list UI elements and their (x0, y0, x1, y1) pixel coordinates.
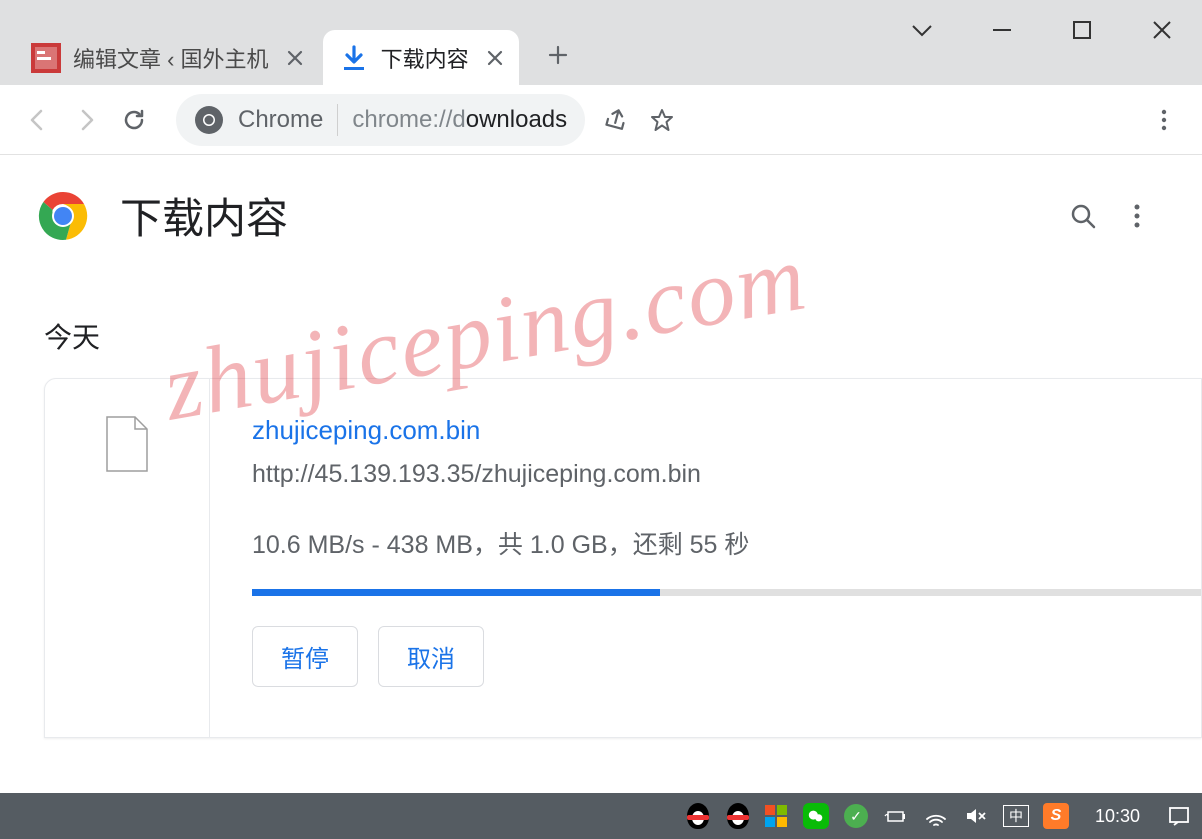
chrome-logo-icon (38, 191, 88, 241)
back-button[interactable] (14, 96, 62, 144)
status-ok-icon[interactable]: ✓ (843, 803, 869, 829)
cancel-button[interactable]: 取消 (378, 626, 484, 687)
tab-active[interactable]: 下载内容 (323, 30, 519, 85)
downloads-page: zhujiceping.com 下载内容 今天 (0, 155, 1202, 793)
bookmark-icon[interactable] (639, 96, 685, 144)
ime-indicator[interactable]: 中 (1003, 803, 1029, 829)
qq-icon[interactable] (683, 803, 709, 829)
file-icon (103, 415, 151, 473)
download-status: 10.6 MB/s - 438 MB，共 1.0 GB，还剩 55 秒 (252, 525, 1201, 561)
page-title: 下载内容 (120, 185, 1056, 246)
tab-title: 编辑文章 ‹ 国外主机 (73, 42, 269, 74)
tab-favicon-wordpress (31, 43, 61, 73)
notifications-icon[interactable] (1166, 803, 1192, 829)
new-tab-button[interactable] (533, 30, 583, 80)
minimize-button[interactable] (962, 0, 1042, 60)
close-window-button[interactable] (1122, 0, 1202, 60)
tab-strip: 编辑文章 ‹ 国外主机 下载内容 (0, 0, 583, 85)
address-actions (593, 96, 685, 144)
reload-button[interactable] (110, 96, 158, 144)
titlebar: 编辑文章 ‹ 国外主机 下载内容 (0, 0, 1202, 85)
tab-close-icon[interactable] (483, 46, 507, 70)
download-icon-area (45, 379, 210, 737)
download-tab-icon (339, 43, 369, 73)
share-icon[interactable] (593, 96, 639, 144)
section-today: 今天 (0, 256, 1202, 378)
download-filename[interactable]: zhujiceping.com.bin (252, 415, 1201, 446)
qq-icon-2[interactable] (723, 803, 749, 829)
address-url-suffix: ownloads (466, 106, 567, 134)
address-label: Chrome (238, 106, 323, 134)
tab-title: 下载内容 (381, 42, 469, 74)
volume-muted-icon[interactable] (963, 803, 989, 829)
grid-app-icon[interactable] (763, 803, 789, 829)
maximize-button[interactable] (1042, 0, 1122, 60)
download-details: zhujiceping.com.bin http://45.139.193.35… (210, 379, 1201, 737)
battery-icon[interactable] (883, 803, 909, 829)
page-menu-icon[interactable] (1110, 189, 1164, 243)
download-url: http://45.139.193.35/zhujiceping.com.bin (252, 460, 1201, 489)
account-chevron-icon[interactable] (882, 0, 962, 60)
navbar: Chrome chrome://downloads (0, 85, 1202, 155)
taskbar-clock[interactable]: 10:30 (1095, 806, 1140, 827)
chrome-site-icon (194, 105, 224, 135)
download-progress-track (252, 589, 1201, 596)
window-controls (882, 0, 1202, 60)
sogou-ime-icon[interactable]: S (1043, 803, 1069, 829)
pause-button[interactable]: 暂停 (252, 626, 358, 687)
address-separator (337, 104, 338, 136)
address-url-prefix: chrome://d (352, 106, 465, 134)
download-progress-bar (252, 589, 660, 596)
page-header: 下载内容 (0, 155, 1202, 256)
system-tray: ✓ 中 S 10:30 (683, 803, 1192, 829)
wechat-icon[interactable] (803, 803, 829, 829)
address-bar[interactable]: Chrome chrome://downloads (176, 94, 585, 146)
browser-menu-icon[interactable] (1140, 96, 1188, 144)
search-icon[interactable] (1056, 189, 1110, 243)
forward-button[interactable] (62, 96, 110, 144)
wifi-icon[interactable] (923, 803, 949, 829)
tab-inactive[interactable]: 编辑文章 ‹ 国外主机 (15, 30, 319, 85)
tab-close-icon[interactable] (283, 46, 307, 70)
taskbar: ✓ 中 S 10:30 (0, 793, 1202, 839)
download-card: zhujiceping.com.bin http://45.139.193.35… (44, 378, 1202, 738)
